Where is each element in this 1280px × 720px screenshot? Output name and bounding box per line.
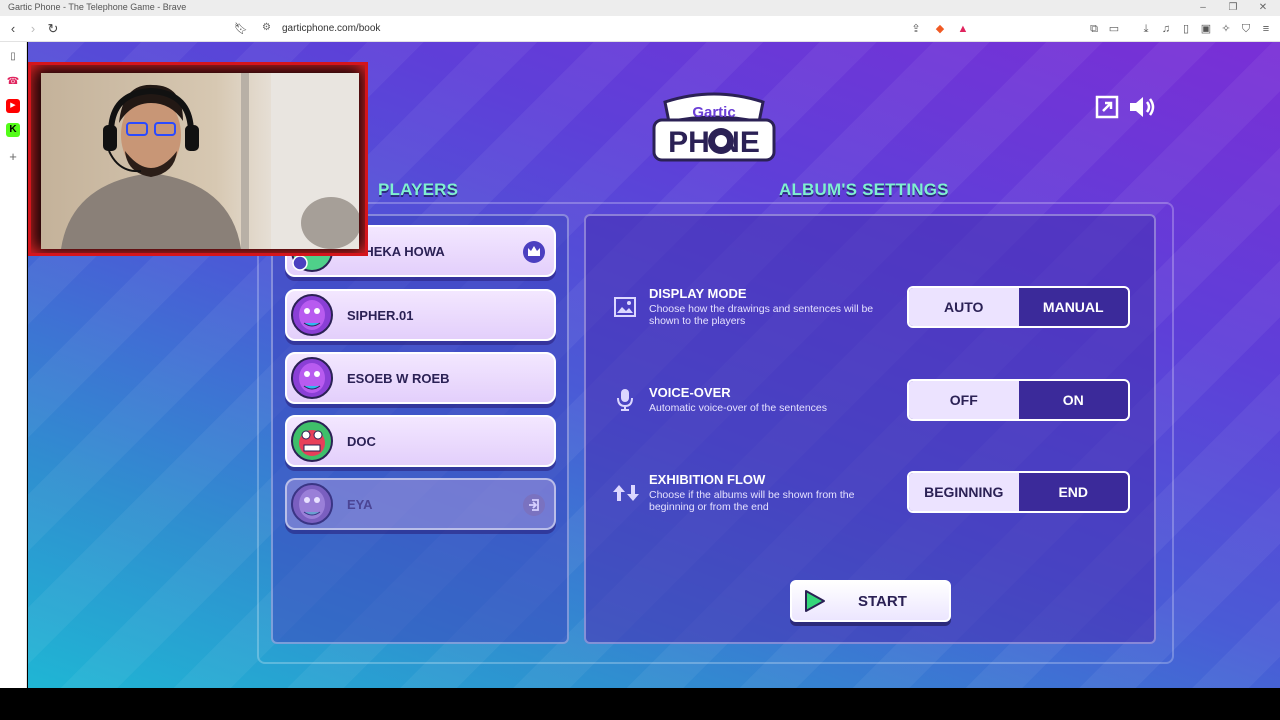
- fullscreen-icon[interactable]: [1094, 94, 1120, 120]
- image-icon: [614, 297, 636, 317]
- display-mode-toggle: AUTO MANUAL: [907, 286, 1130, 328]
- site-settings-icon[interactable]: ⚙: [262, 22, 271, 33]
- url-text: garticphone.com/book: [282, 23, 381, 34]
- end-option[interactable]: END: [1019, 473, 1129, 511]
- webcam-feed: [41, 73, 359, 249]
- player-card[interactable]: SIPHER.01: [285, 289, 556, 341]
- leo-icon[interactable]: ✧: [1218, 21, 1234, 37]
- vpn-icon[interactable]: ⛉: [1238, 21, 1254, 37]
- setting-description: Choose if the albums will be shown from …: [649, 489, 855, 513]
- microphone-icon: [617, 389, 633, 411]
- exhibition-flow-toggle: BEGINNING END: [907, 471, 1130, 513]
- player-card[interactable]: DOC: [285, 415, 556, 467]
- players-title: PLAYERS: [378, 180, 459, 199]
- svg-text:Gartic: Gartic: [692, 104, 735, 121]
- address-bar[interactable]: ⚙ garticphone.com/book: [255, 19, 975, 39]
- restore-icon[interactable]: ❐: [1218, 0, 1248, 16]
- close-icon[interactable]: ✕: [1248, 0, 1278, 16]
- volume-icon[interactable]: [1127, 94, 1157, 120]
- gartic-tab-icon[interactable]: ☎: [6, 75, 20, 89]
- bottom-bar: [0, 688, 1280, 720]
- wallet-icon[interactable]: ▣: [1198, 21, 1214, 37]
- player-card[interactable]: ESOEB W ROEB: [285, 352, 556, 404]
- bookmark-icon[interactable]: 🔖︎: [232, 20, 250, 38]
- forward-icon[interactable]: ›: [24, 20, 42, 38]
- off-option[interactable]: OFF: [909, 381, 1019, 419]
- webcam-overlay: [28, 62, 368, 256]
- setting-description: Choose how the drawings and sentences wi…: [649, 303, 874, 327]
- settings-title: ALBUM'S SETTINGS: [779, 180, 949, 199]
- setting-title: EXHIBITION FLOW: [649, 472, 766, 487]
- reading-list-icon[interactable]: ▯: [1178, 21, 1194, 37]
- avatar: [291, 294, 333, 336]
- player-name: DOC: [347, 434, 376, 449]
- avatar: [291, 420, 333, 462]
- youtube-icon[interactable]: ▶: [6, 99, 20, 113]
- menu-icon[interactable]: ≡: [1258, 21, 1274, 37]
- kick-icon[interactable]: K: [6, 123, 20, 137]
- sort-arrows-icon: [613, 485, 639, 501]
- browser-sidebar: ▯ ☎ ▶ K +: [0, 42, 27, 688]
- extensions-icon[interactable]: ⧉: [1086, 21, 1102, 37]
- on-option[interactable]: ON: [1019, 381, 1129, 419]
- disconnected-icon: [523, 494, 545, 516]
- player-card[interactable]: EYA: [285, 478, 556, 530]
- manual-option[interactable]: MANUAL: [1019, 288, 1129, 326]
- download-icon[interactable]: ⤓: [1138, 21, 1154, 37]
- add-icon[interactable]: +: [6, 150, 20, 164]
- brave-shields-icon[interactable]: ◆: [932, 21, 948, 37]
- setting-title: VOICE-OVER: [649, 385, 731, 400]
- avatar: [291, 357, 333, 399]
- sidebar-panel-icon[interactable]: ▯: [6, 50, 20, 64]
- player-name: SIPHER.01: [347, 308, 414, 323]
- back-icon[interactable]: ‹: [4, 20, 22, 38]
- crown-icon: [523, 241, 545, 263]
- player-name: EYA: [347, 497, 373, 512]
- share-icon[interactable]: ⇪: [908, 21, 924, 37]
- reload-icon[interactable]: ↻: [44, 20, 62, 38]
- avatar: [291, 483, 333, 525]
- voice-over-toggle: OFF ON: [907, 379, 1130, 421]
- gartic-phone-logo: Gartic PH NE: [652, 92, 776, 162]
- browser-toolbar: ‹ › ↻ 🔖︎ ⚙ garticphone.com/book ⇪ ◆ ▲ ⧉ …: [0, 16, 1280, 42]
- media-icon[interactable]: ♫: [1158, 21, 1174, 37]
- setting-title: DISPLAY MODE: [649, 286, 747, 301]
- minimize-icon[interactable]: –: [1188, 0, 1218, 16]
- start-button[interactable]: START: [790, 580, 951, 622]
- streamer-image: [61, 73, 359, 249]
- window-titlebar: Gartic Phone - The Telephone Game - Brav…: [0, 0, 1280, 16]
- play-icon: [805, 590, 825, 612]
- sidebar-toggle-icon[interactable]: ▭: [1106, 21, 1122, 37]
- start-label: START: [858, 593, 907, 610]
- setting-description: Automatic voice-over of the sentences: [649, 402, 828, 414]
- auto-option[interactable]: AUTO: [909, 288, 1019, 326]
- window-title: Gartic Phone - The Telephone Game - Brav…: [8, 2, 187, 12]
- beginning-option[interactable]: BEGINNING: [909, 473, 1019, 511]
- brave-rewards-icon[interactable]: ▲: [955, 21, 971, 37]
- player-name: ESOEB W ROEB: [347, 371, 450, 386]
